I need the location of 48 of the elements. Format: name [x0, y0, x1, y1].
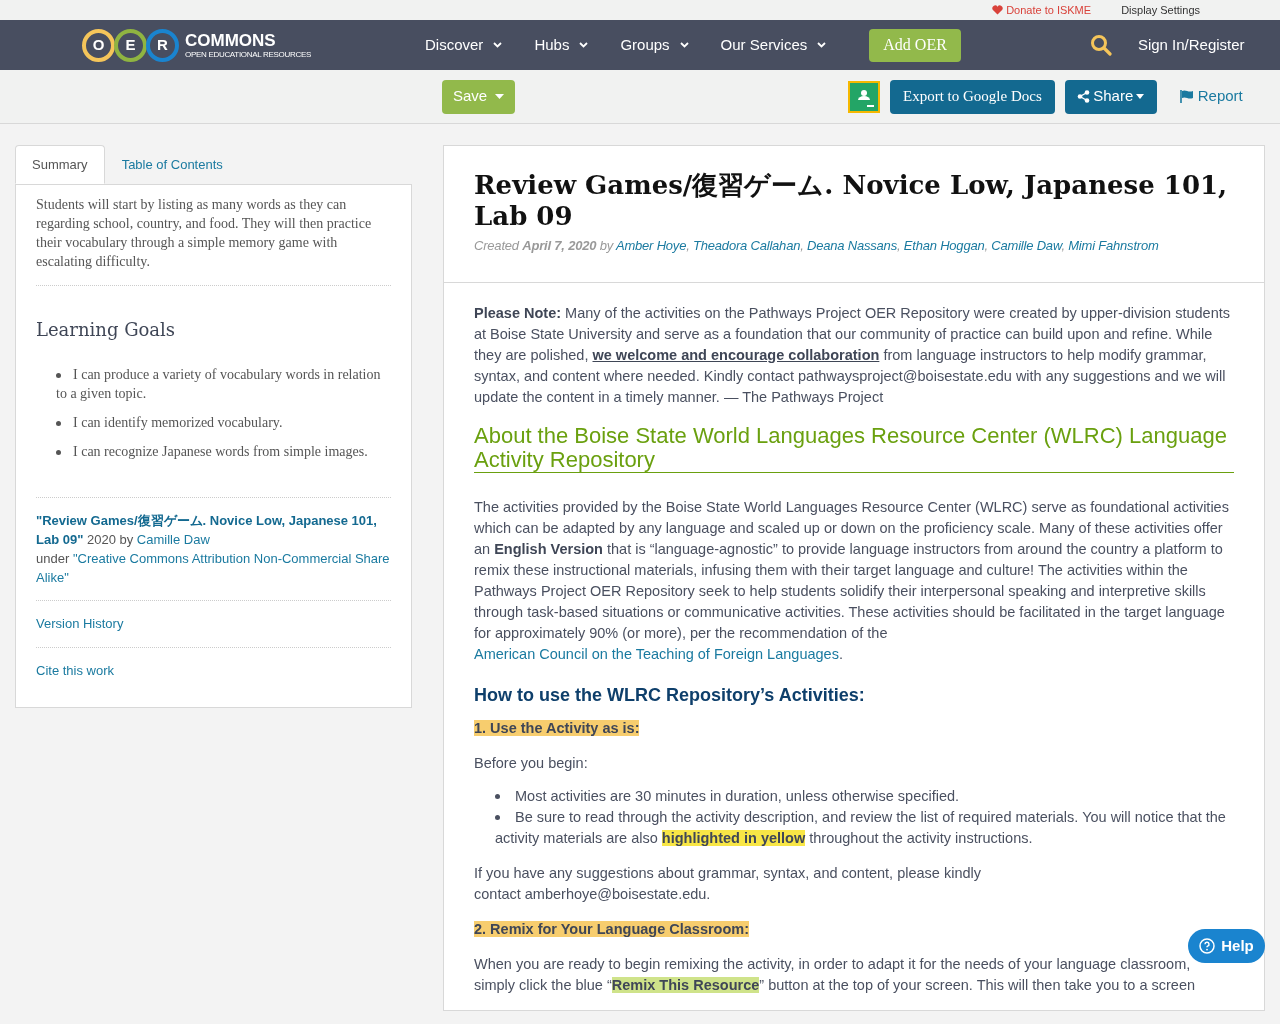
display-settings-link[interactable]: Display Settings: [1121, 1, 1200, 19]
author-link[interactable]: Camille Daw: [991, 238, 1062, 253]
resource-title: Review Games/復習ゲーム. Novice Low, Japanese 101, Lab 09: [474, 170, 1229, 232]
caret-icon: [495, 94, 505, 99]
body-paragraph: If you have any suggestions about grammar, syntax, and content, please kindly contact amberhoye@boisestate.edu.: [474, 863, 982, 904]
step-heading: 1. Use the Activity as is:: [474, 719, 640, 736]
bullet-text: Most activities are 30 minutes in duration, unless otherwise specified.: [495, 785, 1234, 807]
nav-menu-item[interactable]: Groups: [620, 33, 689, 57]
body-paragraph: Please Note: Many of the activities on the Pathways Project OER Repository were created by upper-division students at Boise State University and serve as a foundation that our community of practice can build upon and refine. While they are polished, we welcome and encourage collaboration from language instructors to help modify grammar, syntax, and content where needed. Kindly contact pathwaysproject@boisestate.edu with any suggestions and we will update the content in a timely manner. — The Pathways Project: [474, 303, 1231, 407]
flag-icon: [1179, 90, 1194, 103]
nav-menu-item[interactable]: Discover: [425, 33, 503, 57]
section-heading: About the Boise State World Languages Resource Center (WLRC) Language Activity Repository: [474, 423, 1234, 473]
author-link[interactable]: Amber Hoye: [615, 238, 687, 253]
citation-text: "Review Games/復習ゲーム. Novice Low, Japanese 101, Lab 09" 2020 by Camille Daw under "Creative Commons Attribution Non-Commercial Share Alike": [36, 498, 391, 601]
sidebar-link[interactable]: Version History: [36, 616, 124, 631]
goal-text: I can recognize Japanese words from simple images.: [56, 442, 368, 461]
learning-goals-heading: Learning Goals: [36, 318, 177, 342]
sidebar-link[interactable]: Cite this work: [36, 662, 115, 678]
body-paragraph: Before you begin:: [474, 753, 589, 773]
author-link[interactable]: Camille Daw: [136, 532, 210, 547]
step-heading: 2. Remix for Your Language Classroom:: [474, 920, 750, 937]
author-link[interactable]: Mimi Fahnstrom: [1068, 238, 1159, 253]
nav-menu-item[interactable]: Hubs: [534, 33, 589, 57]
heart-icon: [992, 5, 1004, 15]
classroom-icon[interactable]: [848, 80, 880, 113]
goal-text: I can produce a variety of vocabulary words in relation to a given topic.: [56, 366, 382, 403]
help-button[interactable]: Help: [1188, 929, 1265, 963]
sidebar-tab[interactable]: Table of Contents: [104, 145, 240, 184]
report-link[interactable]: Report: [1179, 85, 1243, 108]
share-icon: [1077, 90, 1091, 103]
sign-in-link[interactable]: Sign In/Register: [1137, 33, 1245, 57]
author-link[interactable]: Ethan Hoggan: [903, 238, 985, 253]
nav-menu-item[interactable]: Our Services: [720, 33, 827, 57]
actfl-link[interactable]: American Council on the Teaching of Foreign Languages: [474, 645, 839, 662]
sidebar-tab[interactable]: Summary: [15, 145, 105, 184]
oer-commons-logo[interactable]: O E R COMMONS OPEN EDUCATIONAL RESOURCES: [82, 28, 311, 62]
collaboration-link[interactable]: we welcome and encourage collaboration: [592, 346, 880, 363]
question-icon: [1199, 938, 1216, 954]
goal-text: I can identify memorized vocabulary.: [56, 413, 283, 432]
donate-link[interactable]: Donate to ISKME: [992, 1, 1092, 19]
caret-icon: [1136, 94, 1145, 99]
section-heading: How to use the WLRC Repository’s Activities:: [474, 684, 866, 706]
summary-text: Students will start by listing as many words as they can regarding school, country, and food. They will then practice their vocabulary through a simple memory game with escalating difficulty.: [36, 195, 391, 286]
body-paragraph: The activities provided by the Boise State World Languages Resource Center (WLRC) serve as foundational activities which can be adapted by any language and scaled up or down on the proficiency scale. Many of these activities offer an English Version that is “language-agnostic” to provide language instructors from around the country a platform to remix these instructional materials, infusing them with their target language and culture! The activities within the Pathways Project OER Repository seek to help students solidify their interpersonal speaking and interpretive skills through task-based situations or communicative activities. These activities should be facilitated in the target language for approximately 90% (or more), per the recommendation of the American Council on the Teaching of Foreign Languages.: [474, 497, 1230, 664]
search-icon[interactable]: [1089, 34, 1112, 56]
export-google-docs-button[interactable]: Export to Google Docs: [890, 79, 1055, 114]
author-link[interactable]: Deana Nassans: [807, 238, 897, 253]
share-button[interactable]: Share: [1064, 79, 1157, 114]
